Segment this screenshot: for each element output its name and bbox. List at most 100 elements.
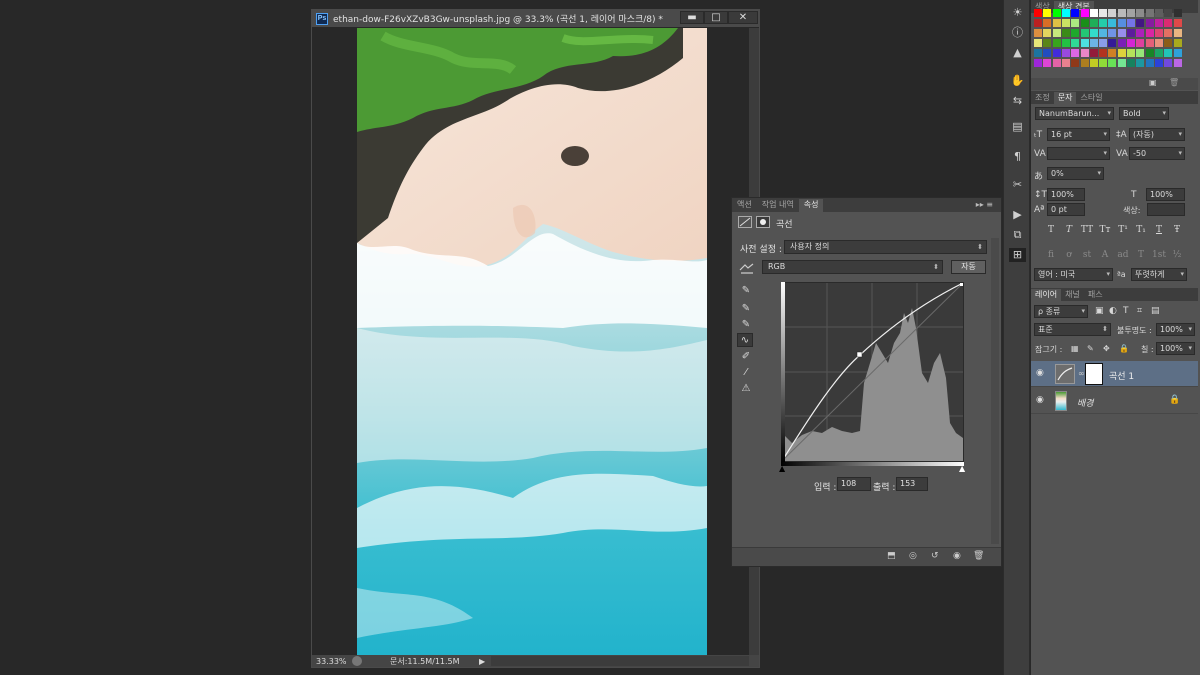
color-swatch[interactable] — [1108, 19, 1117, 27]
curve-graph[interactable] — [781, 282, 964, 462]
color-swatch[interactable] — [1136, 29, 1145, 37]
color-swatch[interactable] — [1071, 19, 1080, 27]
titling-alternates-button[interactable]: ad — [1116, 250, 1130, 262]
tools-icon[interactable]: ✂ — [1009, 178, 1026, 192]
align-icon[interactable]: ▤ — [1009, 120, 1026, 134]
color-swatch[interactable] — [1164, 9, 1173, 17]
color-swatch[interactable] — [1164, 19, 1173, 27]
white-point-slider[interactable]: ▲ — [959, 464, 965, 473]
language-dropdown[interactable]: 영어 : 미국 ▾ — [1034, 268, 1113, 281]
color-swatch[interactable] — [1080, 29, 1089, 37]
superscript-button[interactable]: T¹ — [1116, 225, 1130, 237]
color-swatch[interactable] — [1061, 49, 1070, 57]
color-swatch[interactable] — [1154, 59, 1163, 67]
color-swatch[interactable] — [1052, 19, 1061, 27]
tab-character[interactable]: 문자 — [1053, 92, 1077, 104]
color-swatch[interactable] — [1108, 49, 1117, 57]
color-swatch[interactable] — [1127, 19, 1135, 27]
layer-mask-icon[interactable] — [756, 216, 770, 228]
color-swatch[interactable] — [1127, 29, 1135, 37]
lock-position-icon[interactable]: ✥ — [1103, 344, 1110, 353]
antialias-dropdown[interactable]: 뚜렷하게 ▾ — [1131, 268, 1187, 281]
fill-field[interactable]: 100% ▾ — [1156, 342, 1195, 355]
horizontal-scrollbar[interactable] — [491, 656, 749, 666]
color-swatch[interactable] — [1117, 49, 1126, 57]
status-info-icon[interactable] — [352, 656, 362, 666]
horizontal-scale-field[interactable]: 100% — [1146, 188, 1185, 201]
on-image-adjust-icon[interactable] — [739, 262, 755, 274]
color-swatch[interactable] — [1052, 29, 1061, 37]
discretionary-ligature-button[interactable]: ơ — [1062, 250, 1076, 262]
color-swatch[interactable] — [1127, 59, 1135, 67]
color-swatch[interactable] — [1154, 39, 1163, 47]
lock-pixels-icon[interactable]: ✎ — [1087, 344, 1094, 353]
eye-icon[interactable]: ◉ — [1036, 395, 1044, 405]
color-swatch[interactable] — [1052, 49, 1061, 57]
brightness-icon[interactable]: ☀ — [1009, 6, 1026, 20]
color-swatch[interactable] — [1145, 59, 1154, 67]
link-icon[interactable]: ∞ — [1078, 369, 1085, 378]
color-swatch[interactable] — [1164, 29, 1173, 37]
color-swatch[interactable] — [1061, 29, 1070, 37]
smooth-curve-icon[interactable]: ⁄ — [738, 366, 754, 380]
status-menu-arrow[interactable]: ▶ — [479, 657, 485, 666]
color-swatch[interactable] — [1089, 49, 1098, 57]
adjust-icon[interactable]: ⇆ — [1009, 94, 1026, 108]
color-swatch[interactable] — [1034, 59, 1042, 67]
color-swatch[interactable] — [1164, 49, 1173, 57]
color-swatch[interactable] — [1089, 29, 1098, 37]
lock-transparent-icon[interactable]: ▦ — [1071, 344, 1079, 353]
filter-shape-icon[interactable]: ⌗ — [1137, 306, 1142, 316]
ordinals-button[interactable]: T — [1134, 250, 1148, 262]
layer-row[interactable]: ◉ ∞ 곡선 1 — [1031, 361, 1198, 387]
filter-smart-object-icon[interactable]: ▤ — [1151, 306, 1160, 316]
color-swatch[interactable] — [1154, 19, 1163, 27]
pencil-draw-icon[interactable]: ✐ — [738, 350, 754, 364]
trash-icon[interactable]: 🗑 — [973, 551, 984, 561]
leading-field[interactable]: (자동) ▾ — [1129, 128, 1185, 141]
color-swatch[interactable] — [1089, 59, 1098, 67]
color-swatch[interactable] — [1136, 19, 1145, 27]
view-previous-icon[interactable]: ◎ — [909, 551, 917, 561]
paragraph-icon[interactable]: ¶ — [1009, 150, 1026, 164]
info-icon[interactable]: ⓘ — [1009, 26, 1026, 40]
color-swatch[interactable] — [1108, 29, 1117, 37]
document-title-bar[interactable]: Ps ethan-dow-F26vXZvB3Gw-unsplash.jpg @ … — [312, 10, 759, 27]
small-caps-button[interactable]: Tт — [1098, 225, 1112, 237]
color-swatch[interactable] — [1173, 19, 1182, 27]
color-swatch[interactable] — [1145, 9, 1154, 17]
baseline-shift-field[interactable]: 0 pt — [1047, 203, 1085, 216]
color-swatch[interactable] — [1117, 9, 1126, 17]
color-swatch[interactable] — [1164, 59, 1173, 67]
clipping-warning-icon[interactable]: ⚠ — [738, 382, 754, 396]
font-family-dropdown[interactable]: NanumBarun... ▾ — [1035, 107, 1114, 120]
tab-adjustments[interactable]: 조정 — [1031, 92, 1054, 104]
color-swatch[interactable] — [1099, 59, 1108, 67]
clip-to-layer-icon[interactable]: ⬒ — [887, 551, 896, 561]
tab-channels[interactable]: 채널 — [1061, 289, 1084, 301]
color-swatch[interactable] — [1108, 39, 1117, 47]
faux-italic-button[interactable]: T — [1062, 225, 1076, 237]
subscript-button[interactable]: T₁ — [1134, 225, 1148, 237]
kerning-field[interactable]: ▾ — [1047, 147, 1110, 160]
color-swatch[interactable] — [1173, 49, 1182, 57]
color-swatch[interactable] — [1089, 19, 1098, 27]
color-swatch[interactable] — [1099, 19, 1108, 27]
new-swatch-icon[interactable]: ▣ — [1149, 78, 1157, 87]
color-swatch[interactable] — [1117, 39, 1126, 47]
color-swatch[interactable] — [1145, 29, 1154, 37]
lock-all-icon[interactable]: 🔒 — [1119, 344, 1129, 353]
color-swatch[interactable] — [1043, 9, 1052, 17]
font-style-dropdown[interactable]: Bold ▾ — [1119, 107, 1169, 120]
vertical-scale-field[interactable]: 100% — [1047, 188, 1085, 201]
color-swatch[interactable] — [1108, 9, 1117, 17]
all-caps-button[interactable]: TT — [1080, 225, 1094, 237]
color-swatch[interactable] — [1145, 19, 1154, 27]
font-size-field[interactable]: 16 pt ▾ — [1047, 128, 1110, 141]
filter-adjustment-icon[interactable]: ◐ — [1109, 306, 1117, 316]
color-swatch[interactable] — [1071, 59, 1080, 67]
history-icon[interactable]: ⧉ — [1009, 228, 1026, 242]
color-swatch[interactable] — [1154, 49, 1163, 57]
color-swatch[interactable] — [1061, 39, 1070, 47]
color-swatch[interactable] — [1043, 49, 1052, 57]
